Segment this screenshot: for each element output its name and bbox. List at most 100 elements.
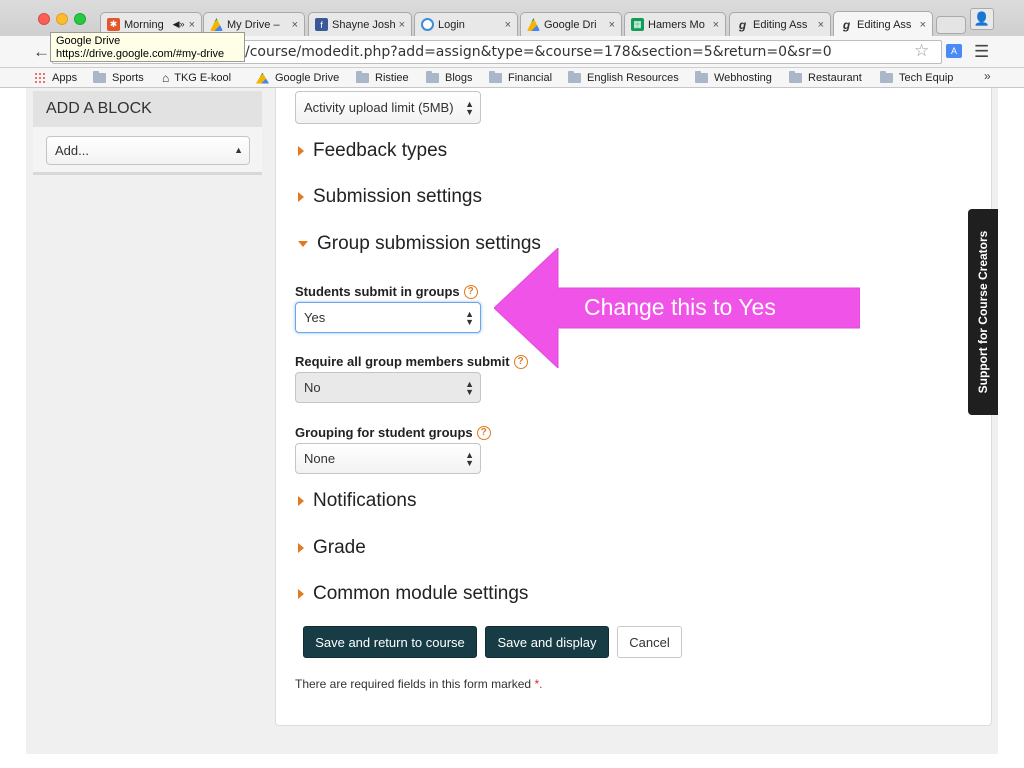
browser-tab[interactable]: f Shayne Josh × [308,12,412,36]
menu-icon[interactable]: ☰ [974,42,989,62]
section-common-module-settings[interactable]: Common module settings [298,583,528,605]
bookmark-tkg-ekool[interactable]: ⌂ TKG E-kool [162,70,231,86]
tooltip-url: https://drive.google.com/#my-drive [56,48,225,60]
save-and-display-button[interactable]: Save and display [485,626,609,658]
folder-icon [426,71,439,83]
form-content: Activity upload limit (5MB) ▲ ▼ Feedback … [275,88,992,726]
block-title: ADD A BLOCK [33,91,262,127]
section-notifications[interactable]: Notifications [298,490,417,512]
expand-triangle-icon [298,192,304,202]
collapse-triangle-icon [298,241,308,247]
bookmark-label: Financial [508,72,553,84]
minimize-window-button[interactable] [56,13,68,25]
tab-title: Editing Ass [857,18,912,31]
support-course-creators-tab[interactable]: Support for Course Creators [968,209,998,415]
required-fields-note: There are required fields in this form m… [295,677,542,691]
bookmark-label: Restaurant [808,72,862,84]
select-value: No [304,380,321,395]
browser-tab[interactable]: Google Dri × [520,12,622,36]
close-tab-icon[interactable]: × [399,19,405,31]
close-tab-icon[interactable]: × [292,19,298,31]
close-tab-icon[interactable]: × [609,19,615,31]
required-note-text: There are required fields in this form m… [295,677,532,691]
select-arrows-icon: ▲ ▼ [465,450,474,468]
google-drive-icon [527,18,540,31]
bookmark-label: Google Drive [275,72,340,84]
expand-triangle-icon [298,589,304,599]
bookmark-google-drive[interactable]: Google Drive [256,70,339,86]
section-title: Submission settings [313,186,482,207]
section-feedback-types[interactable]: Feedback types [298,140,447,162]
folder-icon [93,71,106,83]
select-arrows-icon: ▲ ▼ [465,99,474,117]
bookmark-restaurant[interactable]: Restaurant [789,70,862,86]
close-tab-icon[interactable]: × [189,19,195,31]
profile-icon[interactable]: 👤 [970,8,994,30]
select-arrows-icon: ▲ ▼ [465,309,474,327]
link-tooltip: Google Drive https://drive.google.com/#m… [50,32,245,62]
close-tab-icon[interactable]: × [505,19,511,31]
zoom-window-button[interactable] [74,13,86,25]
bookmark-financial[interactable]: Financial [489,70,552,86]
bookmark-label: TKG E-kool [174,72,232,84]
moodle-icon: g [738,17,747,32]
browser-tab[interactable]: Login × [414,12,518,36]
bottom-strip [0,755,1024,768]
browser-tab-active[interactable]: g Editing Ass × [833,11,933,37]
close-tab-icon[interactable]: × [713,19,719,31]
select-value: Yes [304,310,326,325]
bookmark-blogs[interactable]: Blogs [426,70,473,86]
bookmark-sports[interactable]: Sports [93,70,144,86]
help-icon[interactable]: ? [476,425,491,440]
bookmark-apps[interactable]: Apps [34,70,77,86]
close-tab-icon[interactable]: × [818,19,824,31]
bookmark-english-resources[interactable]: English Resources [568,70,679,86]
field-label: Require all group members submit [295,354,510,369]
google-drive-icon [210,18,223,31]
browser-tab-strip: ✱ Morning ◀» × My Drive – × f Shayne Jos… [0,0,1024,37]
apps-grid-icon [34,72,46,84]
bookmark-star-icon[interactable]: ☆ [914,41,929,61]
folder-icon [880,71,893,83]
close-tab-icon[interactable]: × [920,19,926,31]
field-label: Students submit in groups [295,284,460,299]
tab-title: Login [438,18,465,31]
expand-triangle-icon [298,543,304,553]
bookmark-label: Sports [112,72,144,84]
moodle-page: ADD A BLOCK Add... ▲ Activity upload lim… [26,88,998,754]
students-submit-label: Students submit in groups ? [295,284,478,299]
bookmark-webhosting[interactable]: Webhosting [695,70,772,86]
tooltip-title: Google Drive [56,35,121,47]
address-bar-url: /course/modedit.php?add=assign&type=&cou… [245,44,832,60]
support-tab-label: Support for Course Creators [976,230,990,394]
section-grade[interactable]: Grade [298,537,366,559]
upload-limit-select[interactable]: Activity upload limit (5MB) ▲ ▼ [295,91,481,124]
bookmark-tech-equip[interactable]: Tech Equip [880,70,953,86]
grouping-label: Grouping for student groups ? [295,425,491,440]
translate-icon[interactable]: A [946,44,962,58]
back-arrow-icon[interactable]: ← [33,42,50,62]
require-all-select[interactable]: No ▲ ▼ [295,372,481,403]
browser-tab[interactable]: ▦ Hamers Mo × [624,12,726,36]
help-icon[interactable]: ? [463,284,478,299]
close-window-button[interactable] [38,13,50,25]
section-title: Feedback types [313,140,448,161]
more-bookmarks-icon[interactable]: » [984,69,991,83]
students-submit-select[interactable]: Yes ▲ ▼ [295,302,481,333]
add-block-select[interactable]: Add... ▲ [46,136,250,165]
select-value: Add... [55,143,89,158]
bookmark-ristiee[interactable]: Ristiee [356,70,409,86]
section-submission-settings[interactable]: Submission settings [298,186,482,208]
field-label: Grouping for student groups [295,425,473,440]
save-and-return-button[interactable]: Save and return to course [303,626,477,658]
new-tab-button[interactable] [936,16,966,34]
login-icon [421,18,434,31]
section-title: Notifications [313,490,417,511]
tab-title: My Drive – [227,18,280,31]
browser-tab[interactable]: g Editing Ass × [729,12,831,36]
grouping-select[interactable]: None ▲ ▼ [295,443,481,474]
select-arrows-icon: ▲ [234,145,243,155]
cancel-button[interactable]: Cancel [617,626,682,658]
audio-icon: ◀» [172,19,185,29]
bookmarks-bar: Apps Sports ⌂ TKG E-kool Google Drive Ri… [0,68,1024,88]
